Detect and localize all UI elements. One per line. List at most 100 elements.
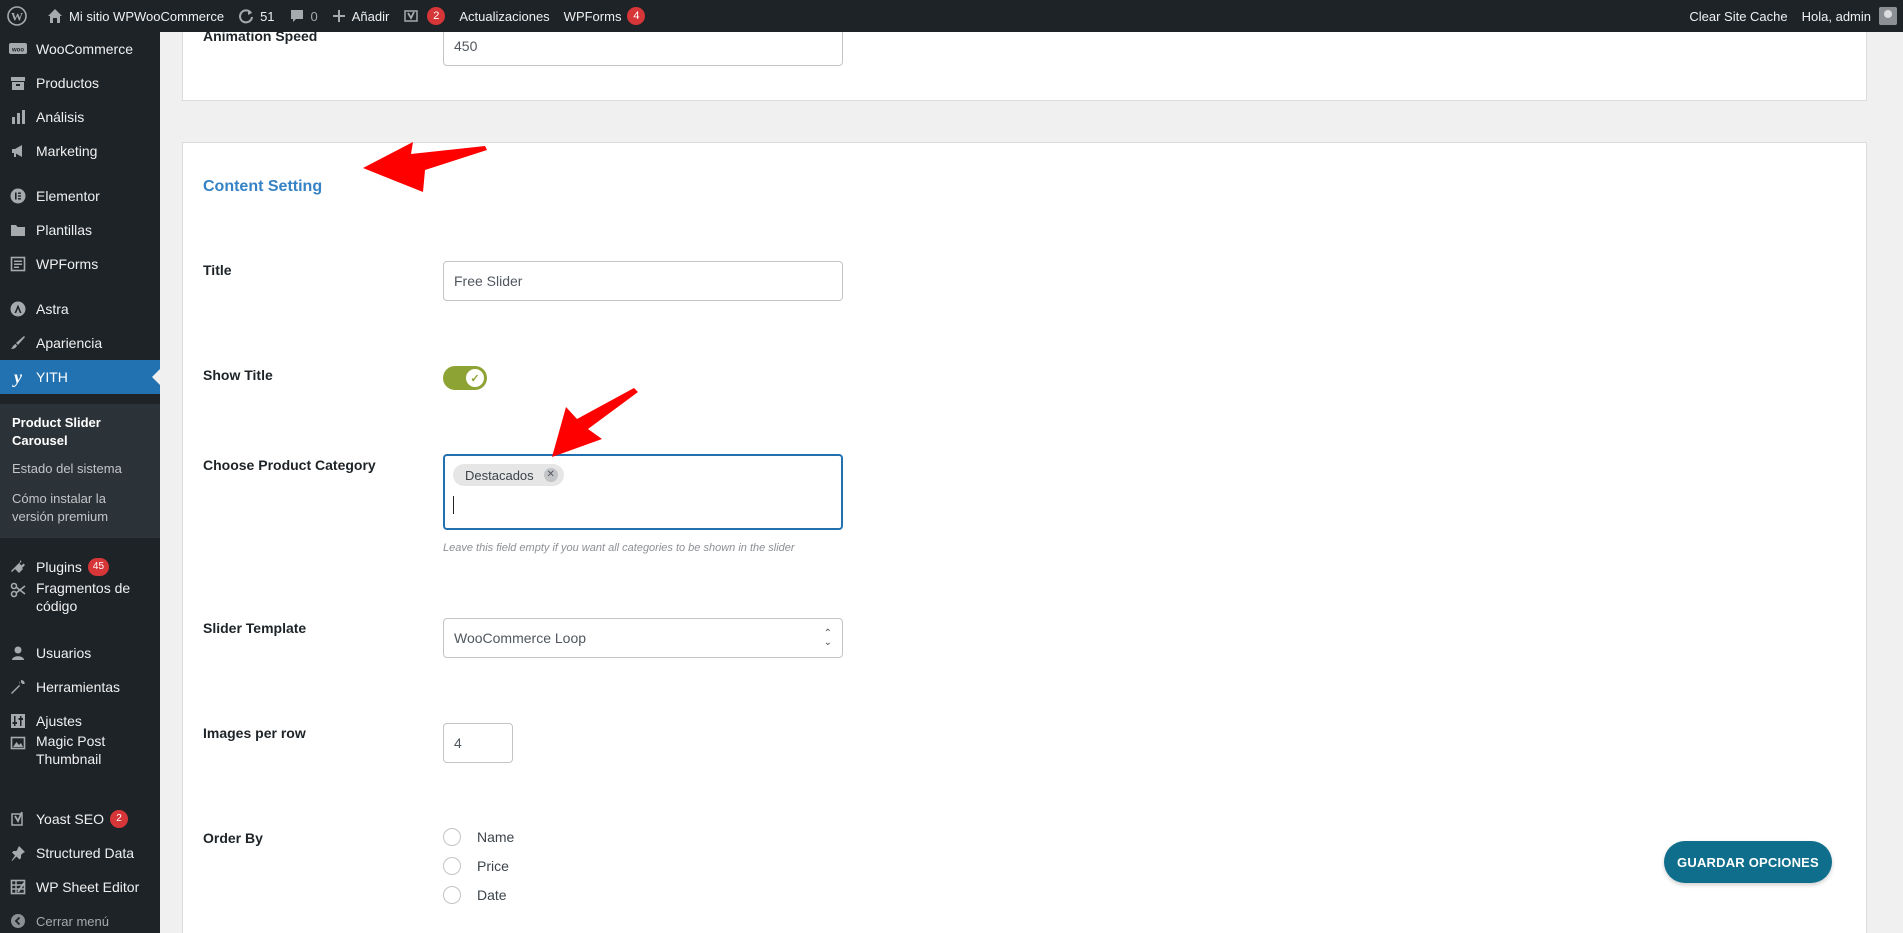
category-label: Choose Product Category	[203, 457, 376, 473]
updates-label: Actualizaciones	[459, 8, 550, 24]
clear-cache-link[interactable]: Clear Site Cache	[1682, 0, 1794, 32]
sidebar-item-magic-post[interactable]: Magic Post Thumbnail	[0, 729, 160, 769]
sidebar-item-elementor[interactable]: Elementor	[0, 179, 160, 213]
radio-button[interactable]	[443, 886, 461, 904]
updates-menu-link[interactable]: Actualizaciones	[452, 0, 556, 32]
plugins-count: 45	[87, 558, 110, 576]
sidebar-item-label: Fragmentos de código	[36, 580, 131, 614]
wrench-icon	[8, 677, 28, 697]
remove-tag-icon[interactable]: ✕	[543, 468, 558, 482]
add-new-link[interactable]: Añadir	[325, 0, 397, 32]
table-icon	[8, 877, 28, 897]
sidebar-item-label: YITH	[36, 369, 68, 385]
user-icon	[8, 643, 28, 663]
template-value: WooCommerce Loop	[454, 630, 587, 646]
yoast-icon	[8, 809, 28, 829]
order-option-price[interactable]: Price	[443, 857, 509, 875]
sliders-icon	[8, 711, 28, 731]
show-title-label: Show Title	[203, 367, 273, 383]
sidebar-item-yith[interactable]: y YITH	[0, 360, 160, 394]
sidebar-item-wp-sheet-editor[interactable]: WP Sheet Editor	[0, 870, 160, 904]
wpforms-count: 4	[627, 7, 646, 25]
sidebar-item-label: WP Sheet Editor	[36, 879, 140, 895]
home-icon	[47, 8, 63, 24]
sidebar-item-plantillas[interactable]: Plantillas	[0, 213, 160, 247]
yith-icon: y	[14, 366, 22, 387]
category-tag: Destacados ✕	[453, 464, 564, 486]
yoast-count: 2	[109, 810, 128, 828]
show-title-toggle[interactable]: ✓	[443, 366, 487, 390]
elementor-icon	[8, 186, 28, 206]
plus-icon	[332, 9, 346, 23]
sidebar-item-label: Ajustes	[36, 713, 82, 729]
submenu-item-product-slider[interactable]: Product Slider Carousel	[12, 414, 152, 450]
order-option-label: Name	[477, 829, 515, 845]
submenu-item-estado-sistema[interactable]: Estado del sistema	[12, 460, 152, 478]
check-icon: ✓	[466, 369, 484, 387]
wordpress-logo[interactable]: W	[0, 0, 40, 32]
template-label: Slider Template	[203, 620, 307, 636]
scissors-icon	[8, 580, 28, 600]
folder-icon	[8, 220, 28, 240]
chevron-updown-icon: ⌃ ⌄	[823, 628, 832, 648]
wpforms-link[interactable]: WPForms 4	[557, 0, 653, 32]
order-option-label: Date	[477, 887, 507, 903]
collapse-label: Cerrar menú	[36, 913, 109, 929]
yoast-link[interactable]: 2	[396, 0, 452, 32]
plug-icon	[8, 557, 28, 577]
sidebar-item-woocommerce[interactable]: woo WooCommerce	[0, 32, 160, 66]
order-option-name[interactable]: Name	[443, 828, 514, 846]
site-name: Mi sitio WPWooCommerce	[69, 8, 225, 24]
wpforms-label: WPForms	[563, 8, 622, 24]
sidebar-item-fragmentos[interactable]: Fragmentos de código	[0, 576, 160, 616]
sidebar-item-productos[interactable]: Productos	[0, 66, 160, 100]
sidebar-item-yoast[interactable]: Yoast SEO 2	[0, 802, 160, 836]
megaphone-icon	[8, 141, 28, 161]
sidebar-item-label: Elementor	[36, 188, 100, 204]
sidebar-item-wpforms[interactable]: WPForms	[0, 247, 160, 281]
template-select[interactable]: WooCommerce Loop ⌃ ⌄	[443, 618, 843, 658]
sidebar-item-structured-data[interactable]: Structured Data	[0, 836, 160, 870]
sidebar-item-label: Apariencia	[36, 335, 103, 351]
collapse-icon	[8, 911, 28, 931]
order-option-label: Price	[477, 858, 509, 874]
sidebar-item-label: Magic Post Thumbnail	[36, 733, 106, 767]
yoast-count: 2	[427, 7, 446, 25]
sidebar-item-astra[interactable]: Astra	[0, 292, 160, 326]
admin-bar: W Mi sitio WPWooCommerce 51 0 Añadir 2 A…	[0, 0, 1903, 32]
svg-text:W: W	[11, 10, 23, 24]
form-icon	[8, 254, 28, 274]
title-input[interactable]: Free Slider	[443, 261, 843, 301]
text-caret	[453, 496, 454, 514]
sidebar-item-apariencia[interactable]: Apariencia	[0, 326, 160, 360]
images-per-row-input[interactable]: 4	[443, 723, 513, 763]
category-tag-label: Destacados	[465, 467, 534, 483]
submenu-item-instalar-premium[interactable]: Cómo instalar la versión premium	[12, 490, 132, 526]
yoast-icon	[403, 8, 419, 24]
radio-button[interactable]	[443, 857, 461, 875]
sidebar-item-usuarios[interactable]: Usuarios	[0, 636, 160, 670]
save-options-button[interactable]: GUARDAR OPCIONES	[1664, 841, 1832, 883]
animation-speed-input[interactable]: 450	[443, 26, 843, 66]
sidebar-item-label: Yoast SEO	[36, 811, 104, 827]
wordpress-icon: W	[7, 6, 27, 26]
collapse-menu-button[interactable]: Cerrar menú	[0, 904, 160, 933]
archive-icon	[8, 73, 28, 93]
sidebar-item-analisis[interactable]: Análisis	[0, 100, 160, 134]
sidebar-item-label: Usuarios	[36, 645, 92, 661]
radio-button[interactable]	[443, 828, 461, 846]
sidebar-item-label: Productos	[36, 75, 100, 91]
account-menu[interactable]: Hola, admin	[1795, 0, 1903, 32]
sidebar-item-herramientas[interactable]: Herramientas	[0, 670, 160, 704]
annotation-arrow-2	[552, 388, 638, 457]
sidebar-item-marketing[interactable]: Marketing	[0, 134, 160, 168]
site-name-link[interactable]: Mi sitio WPWooCommerce	[40, 0, 231, 32]
comments-link[interactable]: 0	[282, 0, 325, 32]
image-icon	[8, 733, 28, 753]
category-select[interactable]: Destacados ✕	[443, 454, 843, 530]
updates-link[interactable]: 51	[231, 0, 281, 32]
order-option-date[interactable]: Date	[443, 886, 507, 904]
sidebar-item-label: Análisis	[36, 109, 85, 125]
title-label: Title	[203, 262, 232, 278]
brush-icon	[8, 333, 28, 353]
